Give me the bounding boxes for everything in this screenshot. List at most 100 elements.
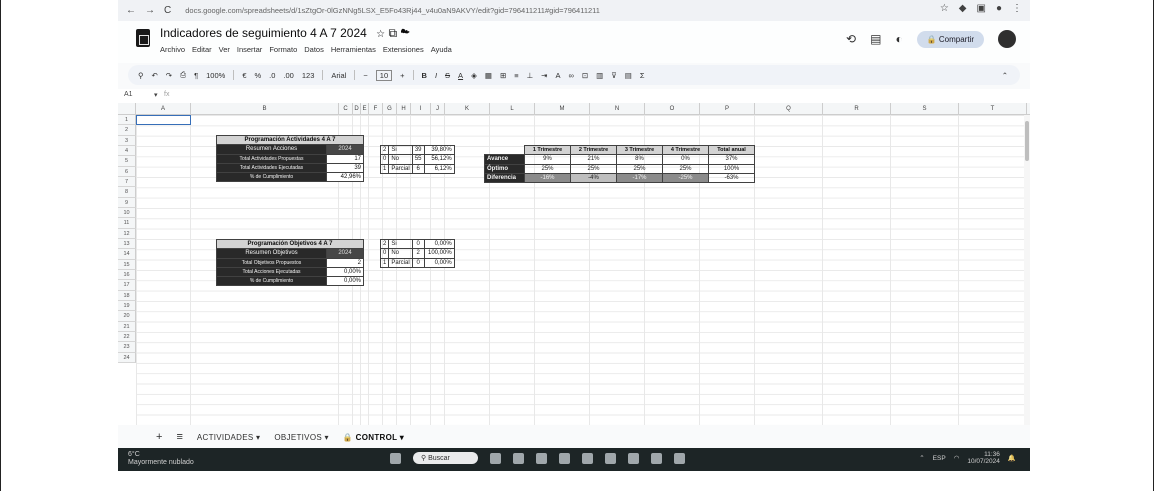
menu-ver[interactable]: Ver: [219, 45, 230, 54]
tab-objetivos[interactable]: OBJETIVOS ▾: [274, 433, 328, 442]
count-code[interactable]: 0: [379, 154, 390, 165]
history-icon[interactable]: ⟲: [846, 32, 856, 46]
scroll-thumb[interactable]: [1025, 121, 1029, 161]
row-header-12[interactable]: 12: [118, 228, 136, 239]
row-header-24[interactable]: 24: [118, 352, 136, 363]
row-header-9[interactable]: 9: [118, 197, 136, 208]
menu-archivo[interactable]: Archivo: [160, 45, 185, 54]
chart-icon[interactable]: ▥: [596, 71, 603, 80]
count-label[interactable]: Si: [388, 238, 413, 250]
align-icon[interactable]: ≡: [514, 71, 518, 80]
row-header-5[interactable]: 5: [118, 156, 136, 167]
count-pct[interactable]: 56,12%: [423, 154, 455, 165]
row-header-3[interactable]: 3: [118, 135, 136, 146]
column-header-f[interactable]: F: [369, 103, 383, 115]
widgets-icon[interactable]: [489, 452, 501, 464]
trimestre-cell[interactable]: 25%: [570, 163, 617, 174]
avatar[interactable]: [998, 30, 1016, 48]
borders-icon[interactable]: ▦: [485, 71, 492, 80]
trimestre-header[interactable]: 2 Trimestre: [570, 144, 617, 156]
store-icon[interactable]: [604, 452, 616, 464]
chat-icon[interactable]: [535, 452, 547, 464]
filter-views-icon[interactable]: ▤: [625, 71, 632, 80]
row-header-18[interactable]: 18: [118, 290, 136, 301]
summary-row-value[interactable]: 39: [326, 162, 364, 174]
select-all-corner[interactable]: [118, 103, 136, 115]
profile-icon[interactable]: ●: [996, 3, 1002, 14]
row-header-23[interactable]: 23: [118, 342, 136, 353]
trimestre-header[interactable]: 1 Trimestre: [524, 144, 571, 156]
summary-header[interactable]: Resumen Acciones: [216, 144, 327, 155]
percent-button[interactable]: %: [254, 71, 261, 80]
trimestre-cell[interactable]: 21%: [570, 154, 617, 165]
trimestre-cell[interactable]: 25%: [662, 163, 709, 174]
all-sheets-button[interactable]: ≡: [176, 431, 182, 443]
summary-row-label[interactable]: Total Acciones Ejecutadas: [216, 266, 327, 278]
number-format-button[interactable]: 123: [302, 71, 315, 80]
count-label[interactable]: No: [388, 248, 413, 259]
column-header-e[interactable]: E: [361, 103, 369, 115]
wifi-icon[interactable]: ◠: [954, 455, 960, 462]
column-header-r[interactable]: R: [823, 103, 891, 115]
row-header-11[interactable]: 11: [118, 218, 136, 229]
column-header-u[interactable]: U: [1027, 103, 1030, 115]
summary-row-value[interactable]: 17: [326, 153, 364, 164]
trimestre-row-label[interactable]: Óptimo: [484, 163, 525, 174]
decimal-decrease-icon[interactable]: .0: [269, 71, 275, 80]
row-header-7[interactable]: 7: [118, 176, 136, 188]
search-icon[interactable]: ⚲: [138, 71, 144, 80]
undo-icon[interactable]: ↶: [152, 71, 158, 80]
vertical-scrollbar[interactable]: [1024, 115, 1030, 425]
count-code[interactable]: 2: [379, 144, 390, 156]
count-value[interactable]: 55: [411, 154, 425, 165]
column-header-j[interactable]: J: [431, 103, 445, 115]
row-header-8[interactable]: 8: [118, 187, 136, 198]
column-header-a[interactable]: A: [136, 103, 191, 115]
collapse-toolbar-icon[interactable]: ⌃: [1002, 71, 1008, 80]
notification-icon[interactable]: 🔔: [1008, 455, 1016, 462]
count-label[interactable]: No: [388, 154, 413, 165]
insert-comment-icon[interactable]: ⊡: [582, 71, 588, 80]
column-header-b[interactable]: B: [191, 103, 339, 115]
row-header-20[interactable]: 20: [118, 311, 136, 322]
strikethrough-icon[interactable]: S: [445, 71, 450, 80]
reload-button[interactable]: C: [164, 5, 171, 16]
menu-ayuda[interactable]: Ayuda: [431, 45, 452, 54]
count-label[interactable]: Si: [388, 144, 413, 156]
row-header-14[interactable]: 14: [118, 249, 136, 260]
meet-icon[interactable]: ◐: [895, 32, 902, 46]
trimestre-cell[interactable]: 25%: [616, 163, 663, 174]
trimestre-cell[interactable]: -17%: [616, 172, 663, 184]
row-header-15[interactable]: 15: [118, 259, 136, 270]
paint-format-icon[interactable]: ¶: [194, 71, 198, 80]
back-button[interactable]: ←: [126, 5, 136, 16]
font-size-increase-icon[interactable]: +: [400, 71, 404, 80]
wrap-icon[interactable]: ⇥: [541, 71, 547, 80]
column-header-m[interactable]: M: [535, 103, 590, 115]
tab-control[interactable]: 🔒 CONTROL ▾: [343, 433, 404, 442]
settings-icon[interactable]: [673, 452, 685, 464]
summary-row-value[interactable]: 42,96%: [326, 172, 364, 183]
row-header-21[interactable]: 21: [118, 321, 136, 332]
sheets-logo-icon[interactable]: [136, 29, 150, 47]
row-header-2[interactable]: 2: [118, 125, 136, 136]
row-header-1[interactable]: 1: [118, 115, 136, 126]
dropdown-icon[interactable]: ▾: [154, 91, 158, 99]
trimestre-cell[interactable]: 8%: [616, 154, 663, 165]
cloud-icon[interactable]: ☁: [400, 26, 410, 40]
chrome-icon[interactable]: [650, 452, 662, 464]
menu-insertar[interactable]: Insertar: [237, 45, 262, 54]
address-bar[interactable]: docs.google.com/spreadsheets/d/1sZtgOr-0…: [185, 6, 745, 15]
filter-icon[interactable]: ⊽: [611, 71, 617, 80]
move-icon[interactable]: ⧉: [388, 26, 397, 40]
rotate-icon[interactable]: A: [555, 71, 560, 80]
menu-icon[interactable]: ⋮: [1012, 3, 1022, 14]
menu-herramientas[interactable]: Herramientas: [331, 45, 376, 54]
fill-color-icon[interactable]: ◈: [471, 71, 477, 80]
trimestre-cell[interactable]: -16%: [524, 172, 571, 184]
count-value[interactable]: 0: [411, 238, 425, 250]
trimestre-row-label[interactable]: Avance: [484, 154, 525, 165]
count-value[interactable]: 6: [411, 163, 425, 174]
bookmark-icon[interactable]: ▣: [977, 3, 986, 14]
trimestre-cell[interactable]: 9%: [524, 154, 571, 165]
